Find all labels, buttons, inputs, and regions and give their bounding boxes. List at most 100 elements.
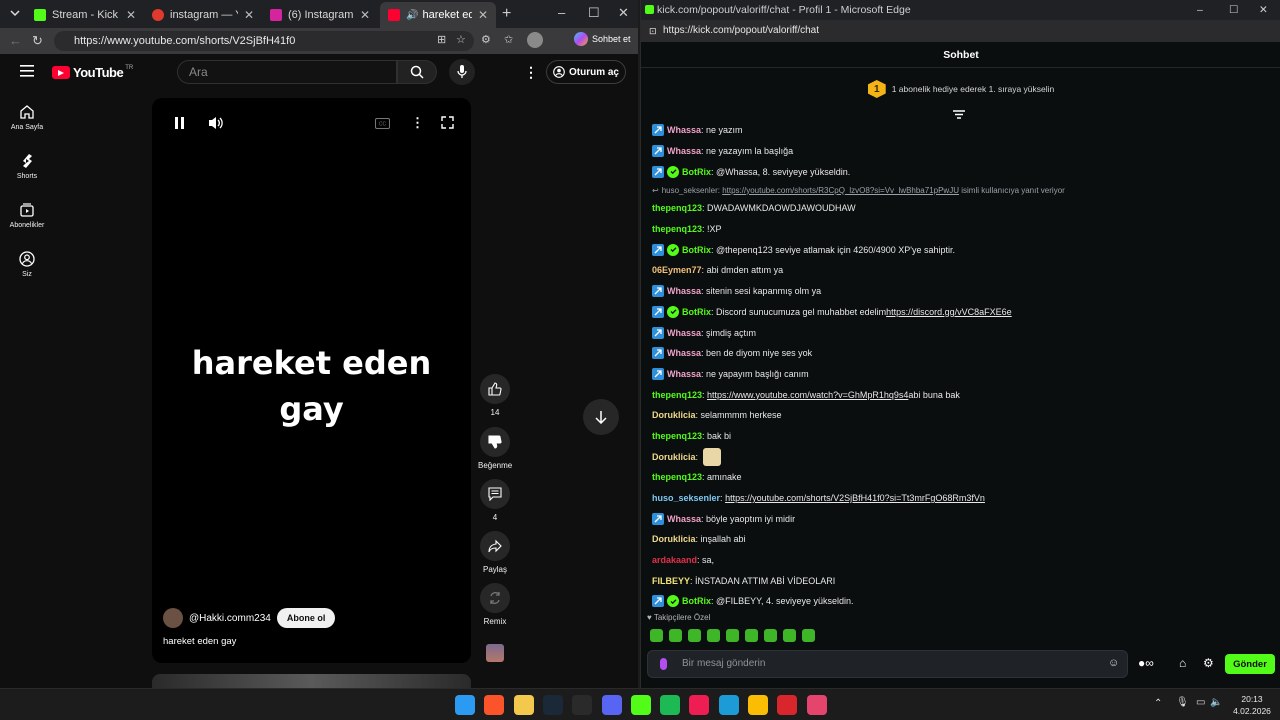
chat-username[interactable]: thepenq123 bbox=[652, 203, 702, 213]
system-clock[interactable]: 20:13 4.02.2026 bbox=[1228, 693, 1276, 717]
chat-username[interactable]: Doruklicia bbox=[652, 534, 696, 544]
chat-emote-image[interactable] bbox=[702, 447, 721, 466]
channel-avatar[interactable] bbox=[163, 608, 183, 628]
subscribe-button[interactable]: Abone ol bbox=[276, 608, 336, 628]
maximize-icon[interactable]: ☐ bbox=[588, 5, 600, 21]
chat-username[interactable]: huso_seksenler bbox=[652, 493, 720, 503]
chat-username[interactable]: Whassa bbox=[667, 514, 701, 524]
next-video-preview[interactable] bbox=[152, 674, 471, 688]
points-icon[interactable]: ●∞ bbox=[1138, 656, 1154, 670]
emote-icon[interactable] bbox=[669, 629, 682, 642]
sidebar-item-you[interactable]: Siz bbox=[0, 251, 54, 278]
new-tab-icon[interactable]: + bbox=[502, 5, 511, 23]
microphone-icon[interactable] bbox=[660, 658, 667, 670]
chat-message-link[interactable]: https://youtube.com/shorts/V2SjBfH41f0?s… bbox=[725, 493, 985, 503]
chat-message-input[interactable]: Bir mesaj gönderin ☺ bbox=[647, 650, 1128, 678]
chat-username[interactable]: BotRix bbox=[682, 167, 711, 177]
chat-username[interactable]: thepenq123 bbox=[652, 431, 702, 441]
favorite-star-icon[interactable]: ☆ bbox=[456, 33, 466, 46]
gift-leaderboard-banner[interactable]: 1 1 abonelik hediye ederek 1. sıraya yük… bbox=[641, 78, 1280, 100]
chat-message-link[interactable]: https://discord.gg/vVC8aFXE6e bbox=[886, 307, 1012, 317]
kick-app-icon[interactable] bbox=[630, 695, 651, 715]
emote-icon[interactable] bbox=[726, 629, 739, 642]
emote-icon[interactable] bbox=[802, 629, 815, 642]
volume-icon[interactable] bbox=[208, 116, 224, 130]
chat-username[interactable]: Doruklicia bbox=[652, 410, 696, 420]
tiktok-icon[interactable] bbox=[689, 695, 710, 715]
settings-gear-icon[interactable]: ⚙ bbox=[1203, 656, 1214, 670]
epic-games-icon[interactable] bbox=[572, 695, 593, 715]
file-explorer-icon[interactable] bbox=[513, 695, 534, 715]
menu-icon[interactable] bbox=[20, 65, 34, 77]
chat-message-link[interactable]: https://www.youtube.com/watch?v=GhMpR1hq… bbox=[707, 390, 908, 400]
dislike-button[interactable]: Beğenme bbox=[478, 427, 512, 470]
edge-icon[interactable] bbox=[718, 695, 739, 715]
spotify-icon[interactable] bbox=[660, 695, 681, 715]
favorites-icon[interactable]: ✩ bbox=[504, 33, 513, 46]
chat-username[interactable]: Whassa bbox=[667, 146, 701, 156]
url-field[interactable]: https://www.youtube.com/shorts/V2SjBfH41… bbox=[54, 31, 474, 51]
tab-youtube-short[interactable]: 🔊 hareket eden gay ✕ bbox=[380, 2, 496, 28]
like-button[interactable]: 14 bbox=[478, 374, 512, 417]
tab-instagram-yandex[interactable]: instagram — Yandex ✕ bbox=[144, 2, 262, 28]
close-icon[interactable]: ✕ bbox=[126, 8, 136, 22]
sidebar-item-home[interactable]: Ana Sayfa bbox=[0, 104, 54, 131]
refresh-icon[interactable]: ↻ bbox=[32, 33, 43, 49]
player-more-icon[interactable]: ⋮ bbox=[411, 115, 424, 131]
discord-icon[interactable] bbox=[601, 695, 622, 715]
site-info-icon[interactable]: ⊡ bbox=[649, 20, 657, 42]
tab-instagram[interactable]: (6) Instagram ✕ bbox=[262, 2, 378, 28]
copilot-button[interactable]: Sohbet et bbox=[574, 32, 631, 46]
chat-username[interactable]: thepenq123 bbox=[652, 390, 702, 400]
chat-username[interactable]: Whassa bbox=[667, 369, 701, 379]
chat-username[interactable]: BotRix bbox=[682, 245, 711, 255]
steam-icon[interactable] bbox=[542, 695, 563, 715]
close-icon[interactable]: ✕ bbox=[478, 8, 488, 22]
emote-icon[interactable] bbox=[783, 629, 796, 642]
chat-username[interactable]: Whassa bbox=[667, 328, 701, 338]
store-icon[interactable]: ⌂ bbox=[1179, 656, 1186, 670]
back-icon[interactable]: ← bbox=[9, 33, 22, 48]
shorts-player[interactable]: CC ⋮ hareket eden gay @Hakki.comm234 Abo… bbox=[152, 98, 471, 663]
minimize-icon[interactable]: – bbox=[558, 5, 565, 20]
app-install-icon[interactable]: ⊞ bbox=[437, 33, 446, 46]
emote-icon[interactable] bbox=[650, 629, 663, 642]
sign-in-button[interactable]: Oturum aç bbox=[546, 60, 626, 84]
app-pink-icon[interactable] bbox=[806, 695, 827, 715]
youtube-logo[interactable]: YouTube TR bbox=[52, 65, 133, 80]
sidebar-item-shorts[interactable]: Shorts bbox=[0, 153, 54, 180]
sound-thumbnail[interactable] bbox=[486, 644, 504, 662]
network-icon[interactable]: ▭ bbox=[1196, 697, 1205, 708]
tab-list-icon[interactable] bbox=[9, 7, 21, 19]
app-red-icon[interactable] bbox=[777, 695, 798, 715]
profile-avatar[interactable] bbox=[527, 32, 543, 48]
channel-name[interactable]: @Hakki.comm234 bbox=[189, 613, 271, 624]
brave-icon[interactable] bbox=[484, 695, 505, 715]
remix-button[interactable]: Remix bbox=[478, 583, 512, 626]
chat-username[interactable]: BotRix bbox=[682, 596, 711, 606]
emote-icon[interactable] bbox=[707, 629, 720, 642]
windows-start-icon[interactable] bbox=[455, 695, 475, 715]
fullscreen-icon[interactable] bbox=[441, 116, 454, 129]
search-button[interactable] bbox=[397, 60, 437, 84]
close-window-icon[interactable]: ✕ bbox=[1259, 0, 1268, 20]
chrome-icon[interactable] bbox=[748, 695, 768, 715]
emote-icon[interactable] bbox=[745, 629, 758, 642]
comments-button[interactable]: 4 bbox=[478, 479, 512, 522]
tab-kick-dashboard[interactable]: Stream - Kick Dashboard ✕ bbox=[26, 2, 144, 28]
voice-search-button[interactable] bbox=[449, 59, 475, 85]
url-bar[interactable]: ⊡ https://kick.com/popout/valoriff/chat bbox=[641, 20, 1280, 42]
emoji-icon[interactable]: ☺ bbox=[1108, 657, 1119, 669]
chat-username[interactable]: 06Eymen77 bbox=[652, 265, 702, 275]
next-video-button[interactable] bbox=[583, 399, 619, 435]
captions-icon[interactable]: CC bbox=[375, 118, 390, 129]
chat-username[interactable]: BotRix bbox=[682, 307, 711, 317]
chat-username[interactable]: Doruklicia bbox=[652, 452, 696, 462]
tray-chevron-icon[interactable]: ⌃ bbox=[1154, 698, 1162, 709]
chat-username[interactable]: ardakaand bbox=[652, 555, 697, 565]
close-window-icon[interactable]: ✕ bbox=[618, 5, 629, 21]
microphone-tray-icon[interactable]: 🎙 bbox=[1176, 697, 1189, 708]
extension-icon[interactable]: ⚙ bbox=[481, 33, 491, 46]
more-options-icon[interactable]: ⋮ bbox=[524, 64, 538, 81]
share-button[interactable]: Paylaş bbox=[478, 531, 512, 574]
